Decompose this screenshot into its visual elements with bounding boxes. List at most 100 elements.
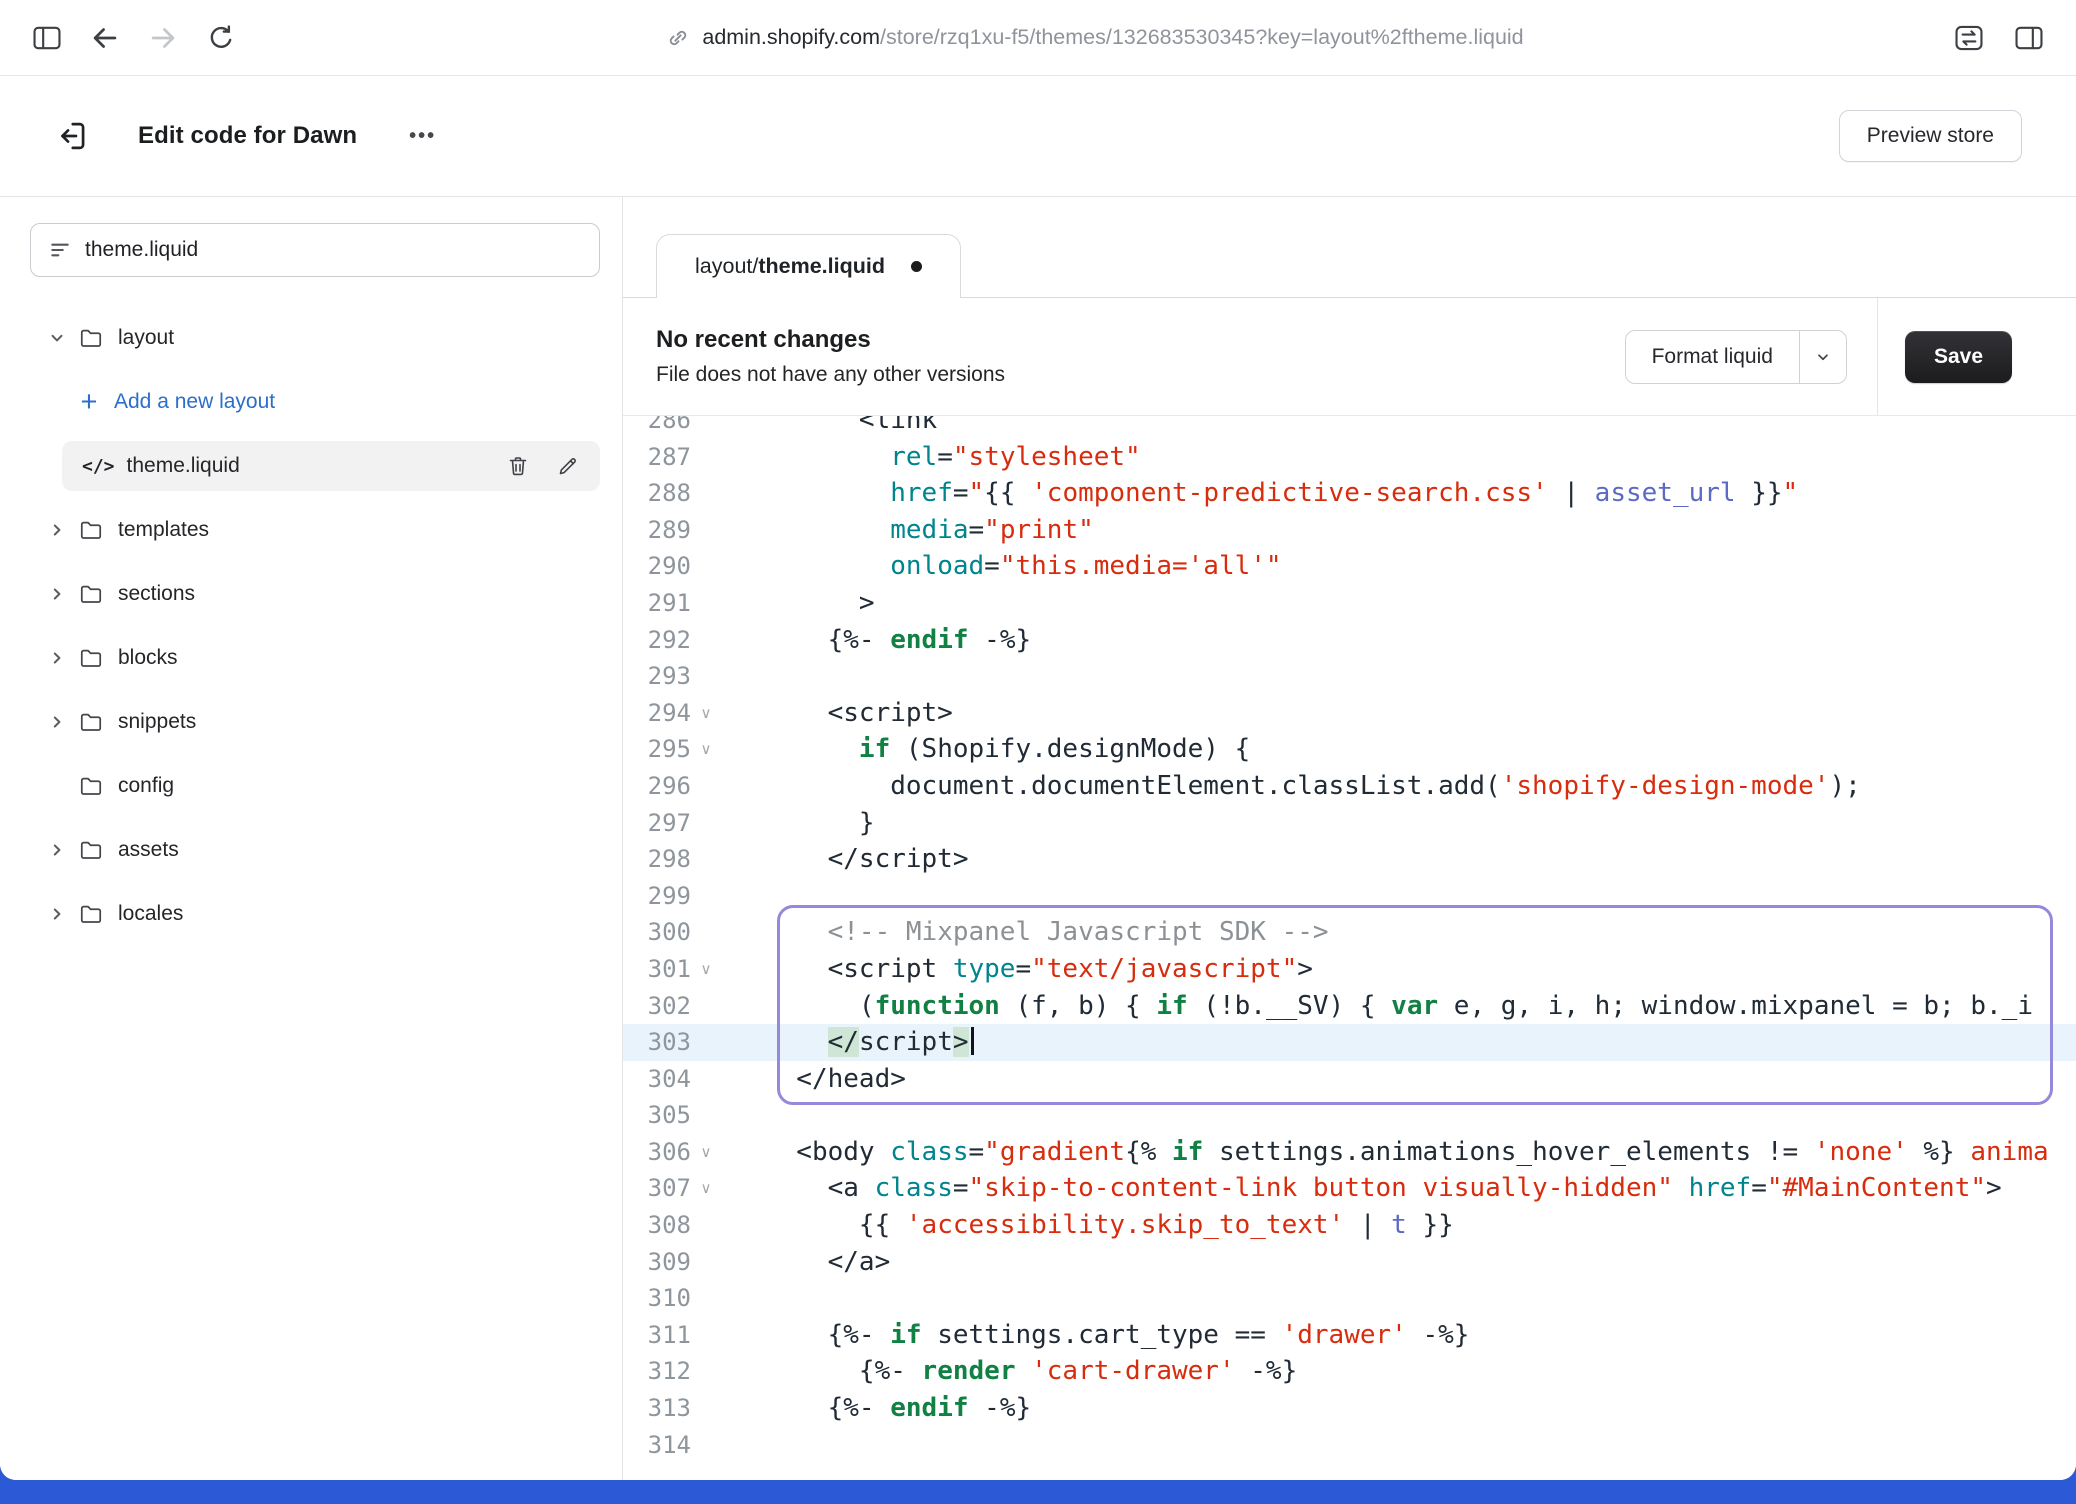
code-line[interactable]: 313 {%- endif -%} [623, 1390, 2076, 1427]
page-settings-icon[interactable] [1952, 21, 1986, 55]
code-text[interactable]: <link [721, 416, 2076, 439]
code-text[interactable]: document.documentElement.classList.add('… [721, 768, 2076, 805]
sidebar-item-sections[interactable]: sections [30, 569, 600, 619]
address-bar[interactable]: admin.shopify.com/store/rzq1xu-f5/themes… [262, 21, 1926, 55]
sidebar-item-blocks[interactable]: blocks [30, 633, 600, 683]
code-line[interactable]: 298 </script> [623, 841, 2076, 878]
sidebar-toggle-icon[interactable] [30, 21, 64, 55]
code-line[interactable]: 291 > [623, 585, 2076, 622]
code-text[interactable] [721, 1280, 2076, 1317]
fold-chevron-icon[interactable]: ∨ [691, 1170, 721, 1207]
code-text[interactable]: if (Shopify.designMode) { [721, 731, 2076, 768]
back-icon[interactable] [88, 21, 122, 55]
code-text[interactable] [721, 1427, 2076, 1464]
code-line[interactable]: 303 </script> [623, 1024, 2076, 1061]
code-line[interactable]: 304 </head> [623, 1061, 2076, 1098]
chevron-right-icon[interactable] [44, 712, 70, 732]
code-line[interactable]: 301∨ <script type="text/javascript"> [623, 951, 2076, 988]
forward-icon[interactable] [146, 21, 180, 55]
code-line[interactable]: 314 [623, 1427, 2076, 1464]
sidebar-item-theme-liquid[interactable]: </> theme.liquid [62, 441, 600, 491]
chevron-right-icon[interactable] [44, 520, 70, 540]
code-editor[interactable]: 286 <link287 rel="stylesheet"288 href="{… [623, 416, 2076, 1480]
code-text[interactable]: onload="this.media='all'" [721, 548, 2076, 585]
code-line[interactable]: 302 (function (f, b) { if (!b.__SV) { va… [623, 988, 2076, 1025]
code-line[interactable]: 311 {%- if settings.cart_type == 'drawer… [623, 1317, 2076, 1354]
file-search-box[interactable] [30, 223, 600, 277]
code-text[interactable]: {%- if settings.cart_type == 'drawer' -%… [721, 1317, 2076, 1354]
code-line[interactable]: 312 {%- render 'cart-drawer' -%} [623, 1353, 2076, 1390]
code-line[interactable]: 310 [623, 1280, 2076, 1317]
sidebar-item-snippets[interactable]: snippets [30, 697, 600, 747]
code-text[interactable]: {%- endif -%} [721, 622, 2076, 659]
code-text[interactable] [721, 1097, 2076, 1134]
chevron-right-icon[interactable] [44, 648, 70, 668]
code-text[interactable]: <!-- Mixpanel Javascript SDK --> [721, 914, 2076, 951]
code-text[interactable] [721, 878, 2076, 915]
tab-theme-liquid[interactable]: layout/theme.liquid [656, 234, 961, 298]
delete-file-icon[interactable] [506, 454, 530, 478]
format-liquid-button[interactable]: Format liquid [1625, 330, 1847, 384]
code-text[interactable]: <a class="skip-to-content-link button vi… [721, 1170, 2076, 1207]
code-text[interactable]: <body class="gradient{% if settings.anim… [721, 1134, 2076, 1171]
code-line[interactable]: 289 media="print" [623, 512, 2076, 549]
chevron-right-icon[interactable] [44, 840, 70, 860]
fold-chevron-icon[interactable]: ∨ [691, 731, 721, 768]
chevron-right-icon[interactable] [44, 904, 70, 924]
code-text[interactable]: </script> [721, 841, 2076, 878]
code-line[interactable]: 307∨ <a class="skip-to-content-link butt… [623, 1170, 2076, 1207]
code-line[interactable]: 294∨ <script> [623, 695, 2076, 732]
more-actions-button[interactable]: ••• [409, 125, 436, 148]
code-text[interactable]: <script> [721, 695, 2076, 732]
code-text[interactable]: } [721, 805, 2076, 842]
chevron-down-icon[interactable] [44, 328, 70, 348]
sidebar-right-toggle-icon[interactable] [2012, 21, 2046, 55]
code-text[interactable]: rel="stylesheet" [721, 439, 2076, 476]
format-liquid-label[interactable]: Format liquid [1626, 331, 1799, 383]
code-line[interactable]: 286 <link [623, 416, 2076, 439]
fold-chevron-icon[interactable]: ∨ [691, 951, 721, 988]
sidebar-item-templates[interactable]: templates [30, 505, 600, 555]
code-line[interactable]: 293 [623, 658, 2076, 695]
code-line[interactable]: 308 {{ 'accessibility.skip_to_text' | t … [623, 1207, 2076, 1244]
code-line[interactable]: 292 {%- endif -%} [623, 622, 2076, 659]
code-text[interactable]: </head> [721, 1061, 2076, 1098]
chevron-right-icon[interactable] [44, 584, 70, 604]
sidebar-item-assets[interactable]: assets [30, 825, 600, 875]
sidebar-item-config[interactable]: config [30, 761, 600, 811]
code-text[interactable]: {{ 'accessibility.skip_to_text' | t }} [721, 1207, 2076, 1244]
format-dropdown-chevron-icon[interactable] [1799, 331, 1846, 383]
code-text[interactable]: <script type="text/javascript"> [721, 951, 2076, 988]
code-line[interactable]: 290 onload="this.media='all'" [623, 548, 2076, 585]
code-line[interactable]: 288 href="{{ 'component-predictive-searc… [623, 475, 2076, 512]
code-text[interactable] [721, 658, 2076, 695]
code-text[interactable]: </script> [721, 1024, 2076, 1061]
code-line[interactable]: 297 } [623, 805, 2076, 842]
code-text[interactable]: > [721, 585, 2076, 622]
code-line[interactable]: 306∨ <body class="gradient{% if settings… [623, 1134, 2076, 1171]
save-button[interactable]: Save [1905, 331, 2012, 383]
code-line[interactable]: 300 <!-- Mixpanel Javascript SDK --> [623, 914, 2076, 951]
rename-file-icon[interactable] [556, 454, 580, 478]
code-line[interactable]: 296 document.documentElement.classList.a… [623, 768, 2076, 805]
sidebar-item-locales[interactable]: locales [30, 889, 600, 939]
code-line[interactable]: 295∨ if (Shopify.designMode) { [623, 731, 2076, 768]
fold-chevron-icon[interactable]: ∨ [691, 1134, 721, 1171]
fold-chevron-icon[interactable]: ∨ [691, 695, 721, 732]
exit-editor-icon[interactable] [50, 114, 94, 158]
file-search-input[interactable] [85, 238, 581, 262]
code-line[interactable]: 299 [623, 878, 2076, 915]
code-text[interactable]: </a> [721, 1244, 2076, 1281]
code-text[interactable]: {%- endif -%} [721, 1390, 2076, 1427]
sidebar-item-add-layout[interactable]: + Add a new layout [30, 377, 600, 427]
reload-icon[interactable] [204, 21, 238, 55]
code-line[interactable]: 309 </a> [623, 1244, 2076, 1281]
code-line[interactable]: 305 [623, 1097, 2076, 1134]
preview-store-button[interactable]: Preview store [1839, 110, 2022, 162]
code-text[interactable]: media="print" [721, 512, 2076, 549]
sidebar-item-layout[interactable]: layout [30, 313, 600, 363]
code-text[interactable]: {%- render 'cart-drawer' -%} [721, 1353, 2076, 1390]
code-text[interactable]: href="{{ 'component-predictive-search.cs… [721, 475, 2076, 512]
code-text[interactable]: (function (f, b) { if (!b.__SV) { var e,… [721, 988, 2076, 1025]
code-line[interactable]: 287 rel="stylesheet" [623, 439, 2076, 476]
